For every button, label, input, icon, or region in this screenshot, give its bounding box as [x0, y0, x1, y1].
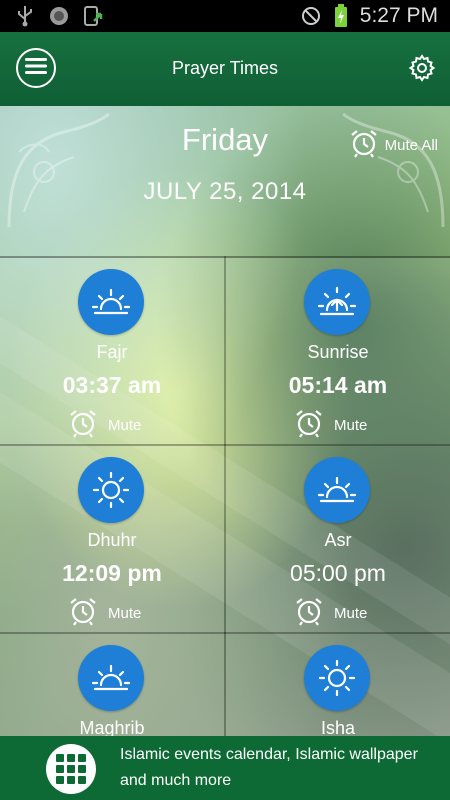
mute-label: Mute	[334, 416, 368, 434]
sun-icon	[304, 645, 370, 711]
mute-all-button[interactable]: Mute All	[349, 128, 438, 162]
prayer-card-isha[interactable]: Isha	[226, 634, 450, 736]
mute-toggle-sunrise[interactable]: Mute	[294, 408, 367, 442]
grid-apps-icon	[46, 744, 96, 794]
usb-icon	[14, 5, 36, 27]
sunrise-arrow-icon	[304, 269, 370, 335]
alarm-clock-icon	[68, 596, 98, 630]
android-debug-icon	[48, 5, 70, 27]
prayer-card-sunrise[interactable]: Sunrise 05:14 am Mute	[226, 258, 450, 446]
mute-toggle-fajr[interactable]: Mute	[68, 408, 141, 442]
mute-toggle-dhuhr[interactable]: Mute	[68, 596, 141, 630]
battery-charging-icon	[330, 4, 352, 27]
download-icon	[82, 5, 104, 27]
prayer-time: 05:00 pm	[290, 560, 386, 586]
prayer-card-dhuhr[interactable]: Dhuhr 12:09 pm Mute	[0, 446, 224, 634]
page-title: Prayer Times	[171, 58, 279, 78]
prayer-name: Asr	[324, 530, 352, 550]
alarm-clock-icon	[294, 408, 324, 442]
sunset-icon	[304, 457, 370, 523]
sun-icon	[78, 457, 144, 523]
prayer-name: Maghrib	[79, 718, 145, 736]
prayer-time: 03:37 am	[62, 372, 162, 398]
prayer-content: Friday JULY 25, 2014 Mute All Fajr 03:37…	[0, 106, 450, 736]
banner-text: Islamic events calendar, Islamic wallpap…	[120, 746, 418, 789]
no-signal-icon	[300, 5, 322, 27]
status-bar: 5:27 PM	[0, 0, 450, 32]
sunrise-icon	[78, 269, 144, 335]
promo-banner[interactable]: Islamic events calendar, Islamic wallpap…	[0, 736, 450, 800]
mute-label: Mute	[108, 604, 142, 622]
sunset-icon	[78, 645, 144, 711]
alarm-clock-icon	[349, 128, 379, 162]
mute-label: Mute	[334, 604, 368, 622]
mute-toggle-asr[interactable]: Mute	[294, 596, 367, 630]
date-text: JULY 25, 2014	[143, 178, 307, 205]
prayer-name: Isha	[320, 718, 356, 736]
mute-label: Mute	[108, 416, 142, 434]
prayer-name: Sunrise	[307, 342, 369, 362]
settings-button[interactable]	[408, 54, 436, 82]
prayer-card-asr[interactable]: Asr 05:00 pm Mute	[226, 446, 450, 634]
mute-all-label: Mute All	[384, 136, 438, 154]
alarm-clock-icon	[68, 408, 98, 442]
prayer-name: Dhuhr	[87, 530, 137, 550]
prayer-card-maghrib[interactable]: Maghrib	[0, 634, 224, 736]
gear-icon	[408, 54, 436, 86]
prayer-card-fajr[interactable]: Fajr 03:37 am Mute	[0, 258, 224, 446]
alarm-clock-icon	[294, 596, 324, 630]
prayer-name: Fajr	[96, 342, 128, 362]
status-time: 5:27 PM	[359, 4, 438, 27]
prayer-time: 05:14 am	[288, 372, 388, 398]
prayer-time: 12:09 pm	[62, 560, 162, 586]
app-bar: Prayer Times	[0, 32, 450, 106]
date-header: Friday JULY 25, 2014 Mute All	[0, 106, 450, 256]
